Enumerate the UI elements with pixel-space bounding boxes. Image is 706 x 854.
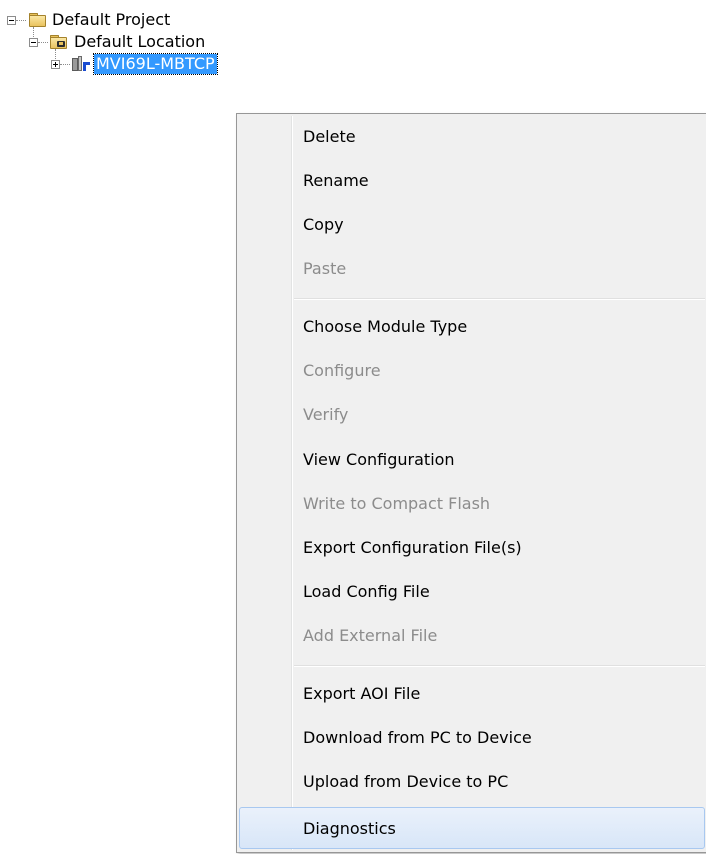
menu-item-label: Export AOI File	[303, 684, 421, 703]
collapse-toggle-root[interactable]	[7, 16, 16, 25]
tree-node-default-location[interactable]: Default Location	[74, 32, 205, 52]
menu-item-label: Choose Module Type	[303, 317, 468, 336]
menu-item-label: Download from PC to Device	[303, 728, 532, 747]
menu-item-label: Write to Compact Flash	[303, 494, 491, 513]
menu-item-upload-device-to-pc[interactable]: Upload from Device to PC	[239, 761, 705, 803]
menu-item-diagnostics[interactable]: Diagnostics	[239, 807, 705, 849]
menu-item-label: Copy	[303, 215, 344, 234]
menu-item-label: Add External File	[303, 626, 438, 645]
menu-item-label: Rename	[303, 171, 369, 190]
menu-item-label: View Configuration	[303, 450, 455, 469]
expand-toggle-module[interactable]	[51, 60, 60, 69]
folder-icon	[29, 13, 46, 27]
menu-item-label: Load Config File	[303, 582, 430, 601]
menu-item-write-to-compact-flash: Write to Compact Flash	[239, 483, 705, 525]
menu-item-label: Configure	[303, 361, 381, 380]
menu-separator	[294, 665, 705, 667]
tree-connector	[16, 20, 26, 21]
menu-item-label: Verify	[303, 405, 349, 424]
menu-item-choose-module-type[interactable]: Choose Module Type	[239, 306, 705, 348]
tree-connector	[38, 42, 48, 43]
tree-connector	[33, 27, 34, 37]
tree-node-default-project[interactable]: Default Project	[52, 10, 170, 30]
menu-item-rename[interactable]: Rename	[239, 160, 705, 202]
menu-item-view-configuration[interactable]: View Configuration	[239, 439, 705, 481]
menu-item-label: Upload from Device to PC	[303, 772, 509, 791]
location-folder-icon	[50, 35, 67, 49]
menu-separator	[294, 298, 705, 300]
tree-node-module[interactable]: MVI69L-MBTCP	[93, 53, 218, 75]
module-icon	[72, 56, 92, 72]
menu-item-verify: Verify	[239, 394, 705, 436]
tree-connector	[55, 49, 56, 59]
menu-item-export-aoi-file[interactable]: Export AOI File	[239, 673, 705, 715]
menu-item-export-configuration-files[interactable]: Export Configuration File(s)	[239, 527, 705, 569]
menu-item-label: Diagnostics	[303, 819, 396, 838]
menu-item-label: Delete	[303, 127, 356, 146]
menu-item-label: Export Configuration File(s)	[303, 538, 522, 557]
menu-item-load-config-file[interactable]: Load Config File	[239, 571, 705, 613]
menu-item-add-external-file: Add External File	[239, 615, 705, 657]
context-menu: Delete Rename Copy Paste Choose Module T…	[236, 113, 706, 853]
menu-item-delete[interactable]: Delete	[239, 116, 705, 158]
menu-item-paste: Paste	[239, 248, 705, 290]
collapse-toggle-location[interactable]	[29, 38, 38, 47]
tree-connector	[60, 64, 70, 65]
project-tree: Default Project Default Location MVI69L-…	[0, 0, 706, 120]
menu-item-configure: Configure	[239, 350, 705, 392]
menu-item-download-pc-to-device[interactable]: Download from PC to Device	[239, 717, 705, 759]
menu-item-label: Paste	[303, 259, 347, 278]
menu-item-copy[interactable]: Copy	[239, 204, 705, 246]
